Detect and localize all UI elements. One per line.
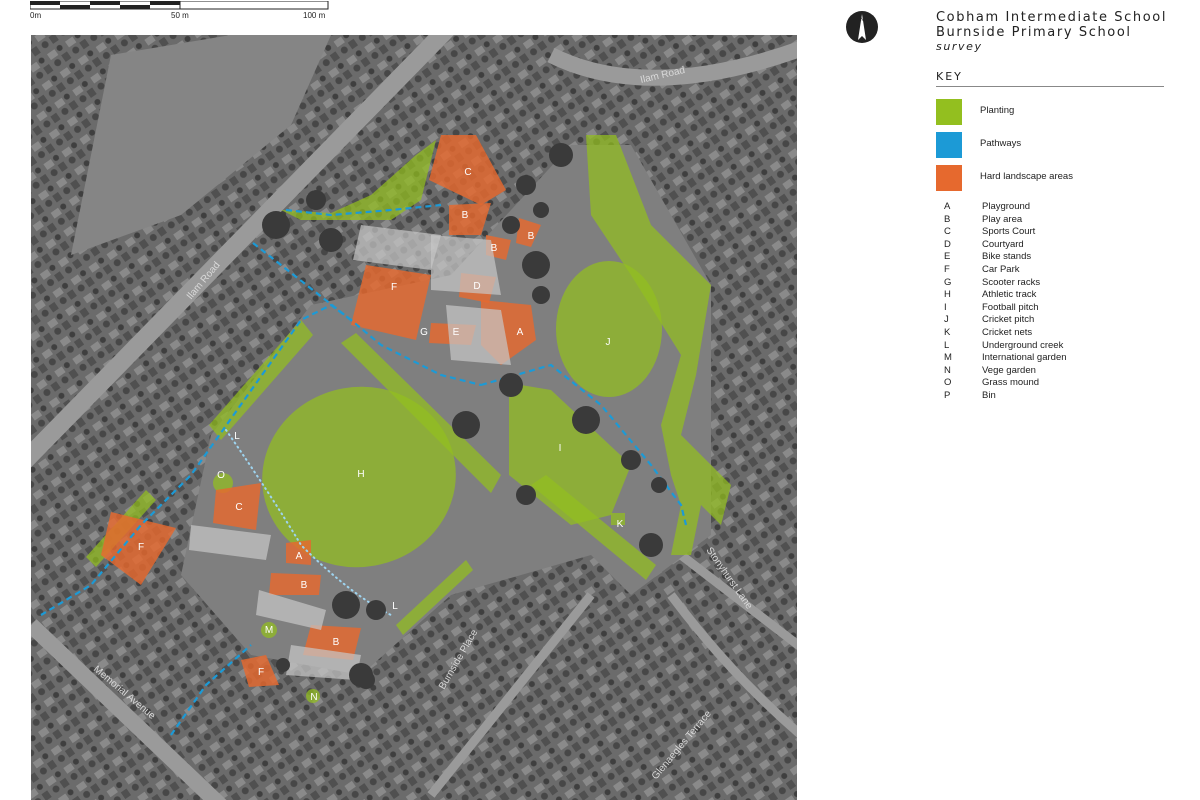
legend-text: Sports Court — [982, 226, 1036, 238]
site-label-b-right: B — [528, 231, 535, 242]
site-label-g: G — [420, 327, 428, 338]
north-letter: N — [860, 17, 864, 23]
site-label-c-top: C — [464, 167, 471, 178]
planting-swatch — [936, 99, 962, 125]
legend-letter: N — [944, 364, 951, 376]
legend-text: Cricket pitch — [982, 314, 1035, 326]
legend-letter: P — [944, 389, 951, 401]
legend-text: Cricket nets — [982, 326, 1033, 338]
legend-letter: M — [944, 352, 952, 364]
legend-letter: I — [944, 301, 947, 313]
scale-label-100: 100 m — [303, 11, 326, 20]
title-block: Cobham Intermediate School Burnside Prim… — [936, 10, 1167, 53]
legend-text: Vege garden — [982, 364, 1036, 376]
site-label-i: I — [559, 443, 562, 454]
site-label-l-bottom: L — [392, 601, 398, 612]
legend-text: Athletic track — [982, 289, 1037, 301]
legend-letter: K — [944, 326, 951, 338]
legend-letter: F — [944, 263, 950, 275]
site-label-n: N — [310, 692, 317, 703]
site-label-f-bottom: F — [258, 667, 264, 678]
site-label-l-top: L — [234, 431, 240, 442]
site-label-b-top: B — [462, 210, 469, 221]
legend-letter: G — [944, 276, 952, 288]
title-line-1: Cobham Intermediate School — [936, 10, 1168, 25]
legend-text: Playground — [982, 201, 1031, 212]
site-label-h: H — [357, 469, 364, 480]
key-swatch-hard-landscape: Hard landscape areas — [936, 165, 1176, 191]
legend-text: Scooter racks — [982, 276, 1041, 288]
site-label-f-left: F — [138, 542, 144, 553]
scale-label-50: 50 m — [171, 11, 189, 20]
site-label-f-top: F — [391, 282, 397, 293]
key-heading: KEY — [936, 70, 963, 83]
hard-landscape-label: Hard landscape areas — [980, 171, 1073, 182]
site-label-m: M — [265, 625, 273, 636]
legend-text: Car Park — [982, 263, 1020, 275]
site-label-k: K — [617, 519, 624, 530]
pathways-swatch — [936, 132, 962, 158]
north-arrow-icon: N — [846, 11, 878, 43]
legend-text: Bike stands — [982, 251, 1032, 263]
scale-label-zero: 0m — [30, 11, 42, 20]
key-swatch-pathways: Pathways — [936, 132, 1176, 158]
site-label-j: J — [606, 337, 611, 348]
site-label-b-bottom: B — [301, 580, 308, 591]
legend-text: Underground creek — [982, 339, 1064, 351]
legend-letter: B — [944, 213, 951, 225]
site-label-c-bottom: C — [235, 502, 242, 513]
key-swatch-planting: Planting — [936, 99, 1176, 125]
site-label-b-mid: B — [491, 243, 498, 254]
legend-text: Football pitch — [982, 301, 1039, 313]
site-label-o: O — [217, 470, 225, 481]
key-divider — [936, 86, 1164, 87]
legend-letter: J — [944, 314, 949, 326]
title-line-3: survey — [936, 40, 983, 53]
pathways-label: Pathways — [980, 138, 1022, 149]
legend-letter: L — [944, 339, 950, 351]
scale-bar: 0m 50 m 100 m — [29, 0, 330, 24]
legend-letter: A — [944, 201, 951, 212]
legend-letter: C — [944, 226, 951, 238]
site-map: Ilam Road Ilam Road Memorial Avenue Burn… — [31, 35, 797, 800]
hard-landscape-swatch — [936, 165, 962, 191]
legend-text: Bin — [982, 389, 996, 401]
site-label-a-top: A — [517, 327, 524, 338]
site-label-d: D — [473, 281, 480, 292]
legend-letter: D — [944, 238, 951, 250]
legend-text: Grass mound — [982, 377, 1040, 389]
site-label-a-bottom: A — [296, 551, 303, 562]
title-line-2: Burnside Primary School — [936, 25, 1132, 40]
legend-text: Courtyard — [982, 238, 1024, 250]
legend-letter: O — [944, 377, 952, 389]
legend-text: Play area — [982, 213, 1023, 225]
planting-label: Planting — [980, 105, 1015, 116]
site-label-e: E — [453, 327, 460, 338]
site-label-b-lower: B — [333, 637, 340, 648]
legend-text: International garden — [982, 352, 1067, 364]
aerial-map: Ilam Road Ilam Road Memorial Avenue Burn… — [31, 35, 797, 800]
legend-letter: H — [944, 289, 951, 301]
legend-letter: E — [944, 251, 951, 263]
